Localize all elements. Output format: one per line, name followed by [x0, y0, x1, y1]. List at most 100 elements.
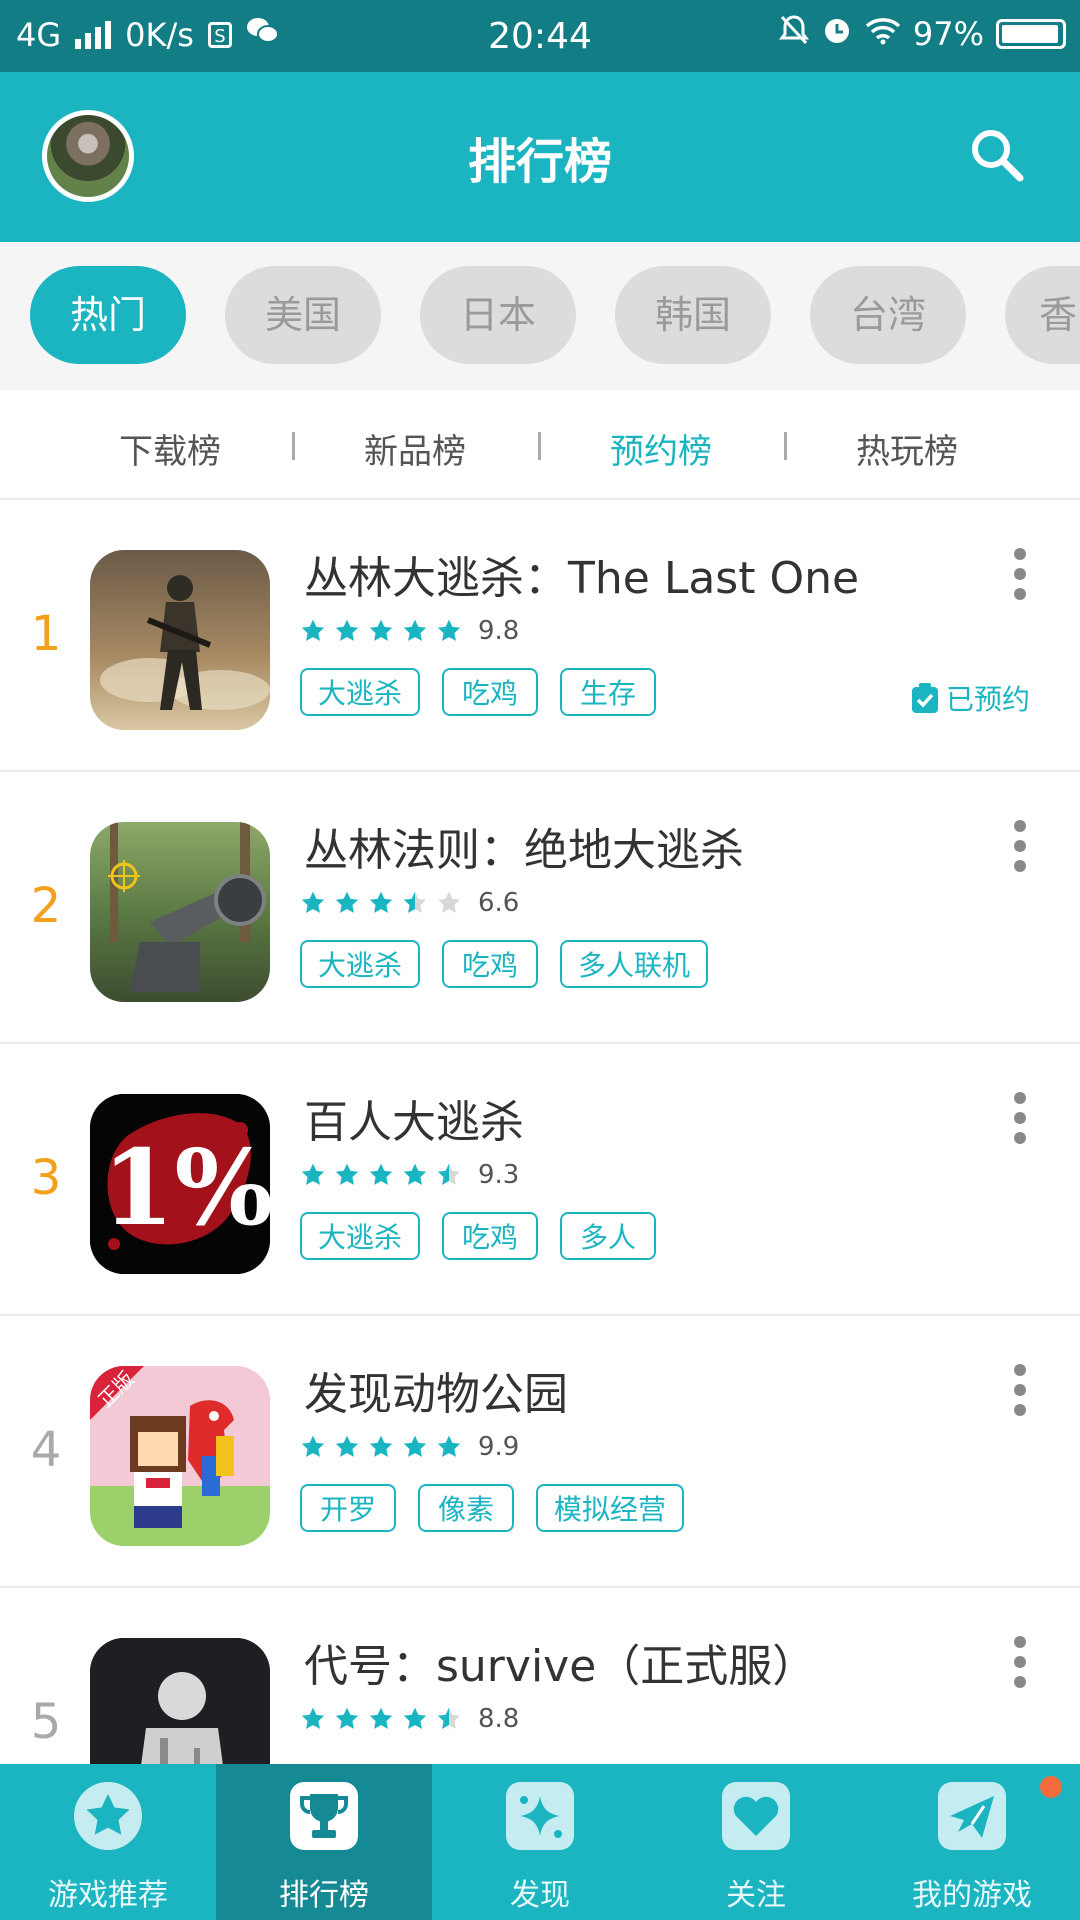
game-tag[interactable]: 吃鸡: [442, 1212, 539, 1260]
game-row[interactable]: 3 1% 百人大逃杀 9.3 大逃杀 吃鸡 多人: [0, 1044, 1080, 1316]
star-rating: 9.3: [300, 1160, 519, 1190]
game-tag[interactable]: 生存: [560, 668, 657, 716]
region-chip-bar: 热门 美国 日本 韩国 台湾 香: [0, 242, 1080, 390]
wifi-icon: [865, 15, 901, 53]
game-tag[interactable]: 多人联机: [560, 940, 709, 988]
star-icon: [403, 1163, 427, 1185]
trophy-icon: [290, 1782, 358, 1850]
notification-dot: [1038, 1774, 1064, 1800]
star-icon: [301, 1163, 325, 1185]
more-options-icon[interactable]: [1012, 820, 1028, 872]
rank-number: 3: [30, 1150, 62, 1206]
more-options-icon[interactable]: [1012, 548, 1028, 600]
heart-icon: [722, 1782, 790, 1850]
more-options-icon[interactable]: [1012, 1364, 1028, 1416]
more-options-icon[interactable]: [1012, 1092, 1028, 1144]
game-tag[interactable]: 大逃杀: [300, 668, 421, 716]
region-chip-japan[interactable]: 日本: [420, 266, 576, 364]
star-icon: [403, 891, 427, 913]
star-rating: 6.6: [300, 888, 519, 918]
region-chip-hot[interactable]: 热门: [30, 266, 186, 364]
game-tag[interactable]: 像素: [418, 1484, 514, 1532]
paper-plane-icon: [938, 1782, 1006, 1850]
star-icon: [369, 1163, 393, 1185]
rank-number: 1: [30, 606, 62, 662]
game-tag[interactable]: 模拟经营: [536, 1484, 685, 1532]
reserved-status[interactable]: 已预约: [910, 678, 1030, 718]
game-row[interactable]: 1 丛林大逃杀：The Last One 9.8 大逃杀 吃鸡 生存 已预约: [0, 500, 1080, 772]
tag-list: 大逃杀 吃鸡 多人联机: [300, 940, 709, 988]
game-icon[interactable]: 正版: [90, 1366, 270, 1546]
rating-score: 8.8: [478, 1704, 520, 1734]
region-chip-hongkong[interactable]: 香: [1005, 266, 1080, 364]
clipboard-check-icon: [911, 683, 938, 713]
region-chip-taiwan[interactable]: 台湾: [810, 266, 966, 364]
nav-label: 排行榜: [279, 1878, 369, 1913]
nav-discover[interactable]: 发现: [432, 1764, 648, 1920]
rating-score: 9.8: [478, 616, 520, 646]
icon-text: 1%: [102, 1126, 270, 1249]
star-icon: [403, 619, 427, 641]
star-icon: [403, 1435, 427, 1457]
star-icon: [335, 619, 359, 641]
game-name: 丛林法则：绝地大逃杀: [304, 825, 744, 876]
rank-number: 5: [30, 1694, 62, 1750]
app-header: 排行榜: [0, 72, 1080, 242]
star-icon: [335, 1707, 359, 1729]
game-tag[interactable]: 吃鸡: [442, 668, 539, 716]
rating-score: 9.3: [478, 1160, 520, 1190]
star-icon: [369, 1435, 393, 1457]
status-right-group: 97%: [778, 14, 1066, 54]
nav-label: 发现: [510, 1878, 570, 1913]
more-options-icon[interactable]: [1012, 1636, 1028, 1688]
sparkle-icon: [506, 1782, 574, 1850]
status-bar: 4G 0K/s S 20:44 97%: [0, 0, 1080, 72]
game-name: 发现动物公园: [304, 1369, 568, 1420]
star-rating: 8.8: [300, 1704, 519, 1734]
tag-list: 大逃杀 吃鸡 生存: [300, 668, 657, 716]
tab-divider: [292, 432, 295, 460]
battery-icon: [996, 19, 1066, 49]
star-icon: [437, 1707, 461, 1729]
star-icon: [369, 891, 393, 913]
rank-number: 2: [30, 878, 62, 934]
game-icon[interactable]: 1%: [90, 1094, 270, 1274]
rating-score: 9.9: [478, 1432, 520, 1462]
tab-download[interactable]: 下载榜: [90, 424, 250, 473]
game-row[interactable]: 2 丛林法则：绝地大逃杀 6.6 大逃杀 吃鸡 多人联机: [0, 772, 1080, 1044]
search-icon[interactable]: [964, 122, 1028, 186]
game-tag[interactable]: 大逃杀: [300, 940, 421, 988]
page-title: 排行榜: [467, 134, 612, 190]
nav-follow[interactable]: 关注: [648, 1764, 864, 1920]
nav-game-recommend[interactable]: 游戏推荐: [0, 1764, 216, 1920]
tag-list: 开罗 像素 模拟经营: [300, 1484, 685, 1532]
battery-percent: 97%: [912, 15, 984, 53]
region-chip-usa[interactable]: 美国: [225, 266, 381, 364]
game-tag[interactable]: 开罗: [300, 1484, 396, 1532]
star-icon: [335, 891, 359, 913]
game-icon[interactable]: [90, 822, 270, 1002]
nav-label: 游戏推荐: [48, 1878, 168, 1913]
tab-divider: [538, 432, 541, 460]
star-icon: [301, 891, 325, 913]
star-icon: [301, 1707, 325, 1729]
game-row[interactable]: 4 正版 发现动物公园 9.9 开罗 像素 模拟经营: [0, 1316, 1080, 1588]
tab-reservation[interactable]: 预约榜: [581, 424, 741, 473]
tag-list: 大逃杀 吃鸡 多人: [300, 1212, 657, 1260]
game-tag[interactable]: 大逃杀: [300, 1212, 421, 1260]
star-icon: [335, 1435, 359, 1457]
nav-label: 我的游戏: [912, 1878, 1032, 1913]
game-icon[interactable]: [90, 550, 270, 730]
star-icon: [335, 1163, 359, 1185]
game-name: 丛林大逃杀：The Last One: [304, 553, 860, 604]
star-icon: [369, 1707, 393, 1729]
tab-hot-play[interactable]: 热玩榜: [827, 424, 987, 473]
star-icon: [437, 619, 461, 641]
rank-number: 4: [30, 1422, 62, 1478]
game-tag[interactable]: 吃鸡: [442, 940, 539, 988]
tab-new[interactable]: 新品榜: [335, 424, 495, 473]
nav-my-games[interactable]: 我的游戏: [864, 1764, 1080, 1920]
nav-ranking[interactable]: 排行榜: [216, 1764, 432, 1920]
region-chip-korea[interactable]: 韩国: [615, 266, 771, 364]
game-tag[interactable]: 多人: [560, 1212, 657, 1260]
